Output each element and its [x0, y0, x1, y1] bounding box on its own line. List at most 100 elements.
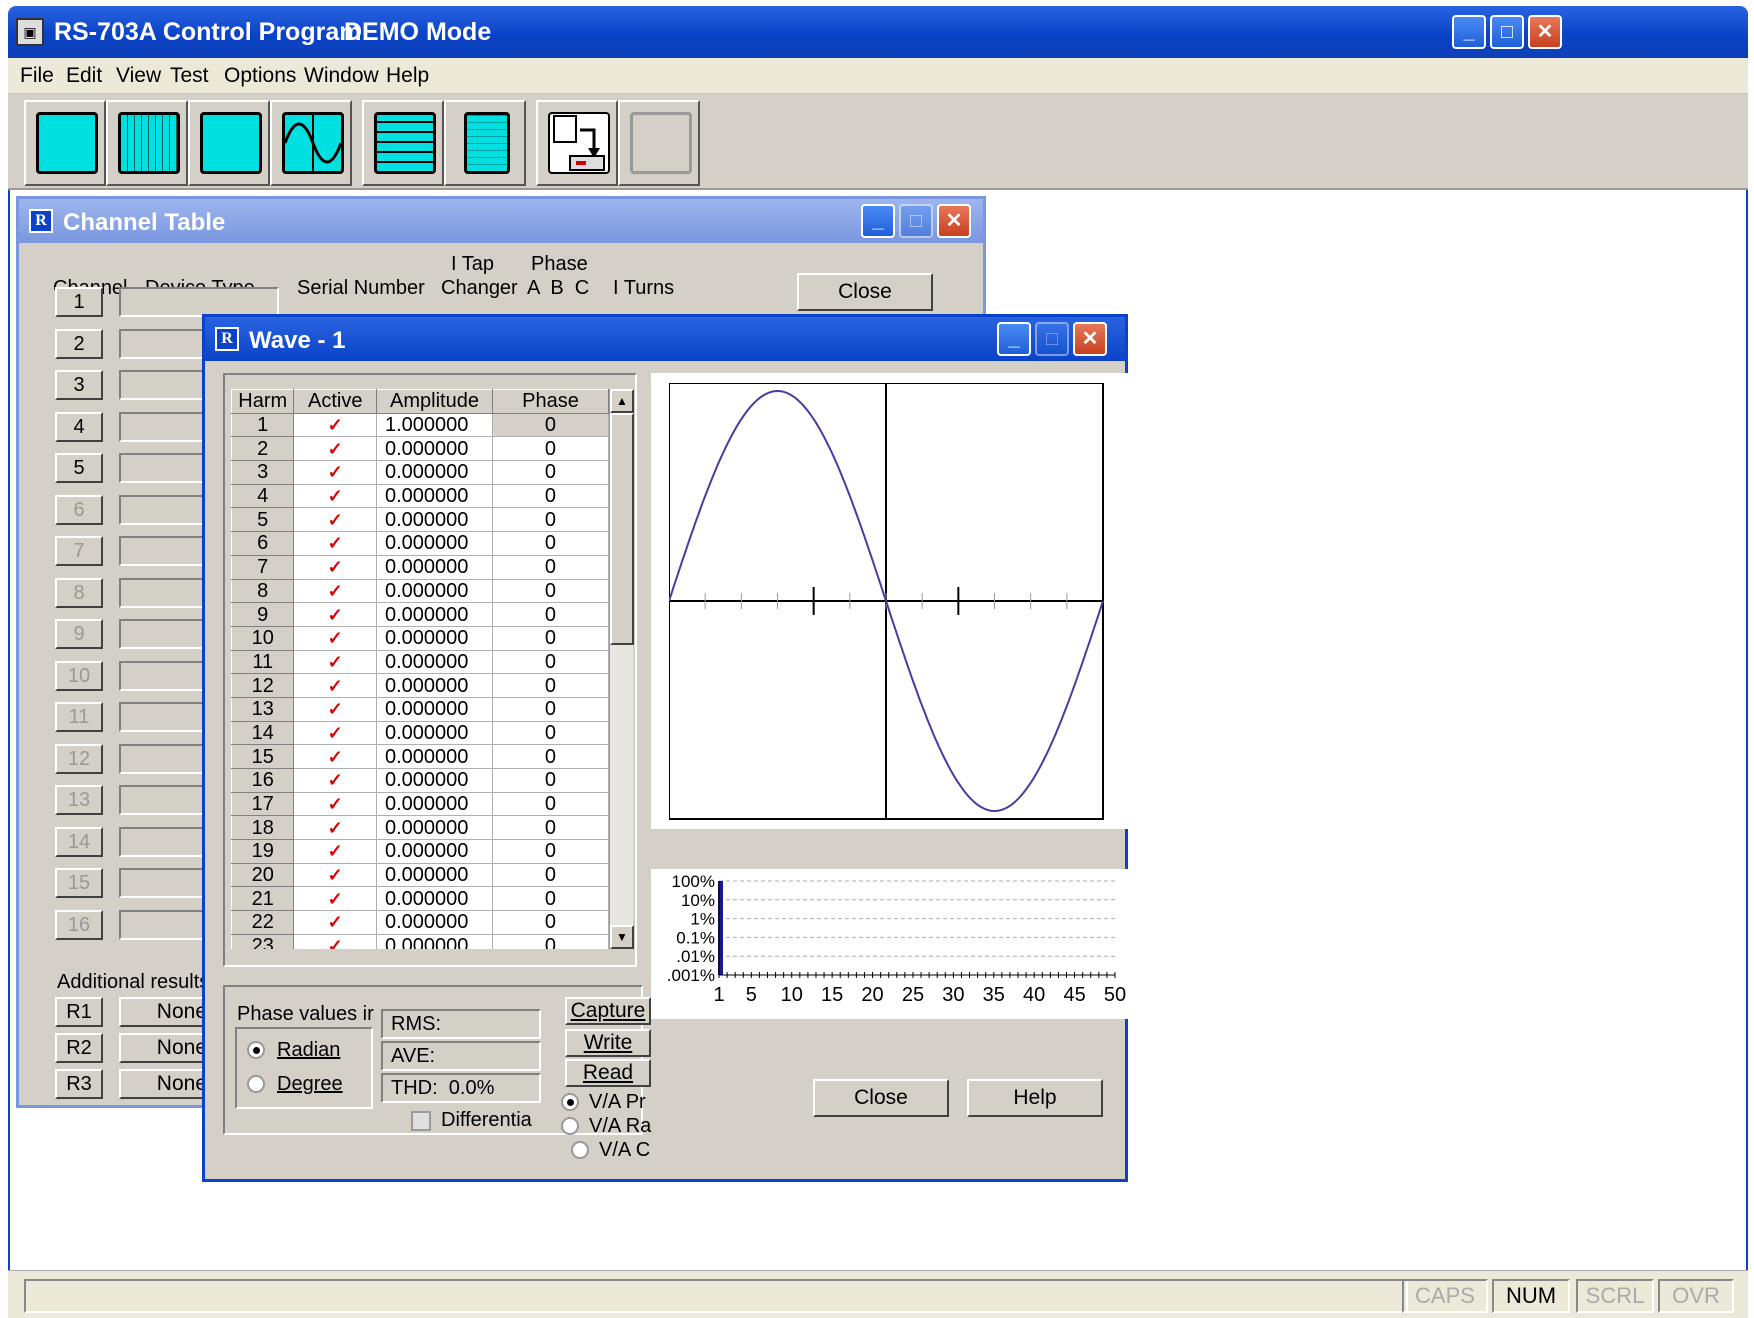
va-ratio-label[interactable]: V/A Ra — [589, 1115, 651, 1138]
active-check-icon[interactable]: ✓ — [328, 889, 343, 909]
active-check-icon[interactable]: ✓ — [328, 841, 343, 861]
table-row[interactable]: 10 ✓ 0.000000 0 — [231, 625, 609, 651]
channel-button[interactable]: 12 — [55, 743, 103, 774]
phase-cell[interactable]: 0 — [491, 768, 609, 793]
active-cell[interactable]: ✓ — [293, 839, 377, 864]
device-type-field[interactable] — [119, 287, 279, 317]
result-value[interactable]: None — [119, 997, 215, 1027]
va-primary-radio[interactable] — [561, 1093, 579, 1111]
amplitude-cell[interactable]: 1.000000 — [375, 412, 493, 438]
amplitude-cell[interactable]: 0.000000 — [375, 673, 493, 698]
col-amplitude[interactable]: Amplitude — [375, 389, 493, 414]
wave-help-button[interactable]: Help — [967, 1079, 1103, 1117]
wave-maximize-icon[interactable]: □ — [1035, 322, 1069, 356]
menu-edit[interactable]: Edit — [66, 64, 102, 88]
differential-checkbox[interactable] — [411, 1111, 431, 1131]
amplitude-cell[interactable]: 0.000000 — [375, 933, 493, 949]
active-check-icon[interactable]: ✓ — [328, 770, 343, 790]
harmonics-scrollbar[interactable]: ▲ ▼ — [609, 389, 634, 949]
channel-close-button[interactable]: Close — [797, 273, 933, 311]
result-button[interactable]: R2 — [55, 1033, 103, 1063]
active-check-icon[interactable]: ✓ — [328, 652, 343, 672]
active-check-icon[interactable]: ✓ — [328, 699, 343, 719]
channel-button[interactable]: 10 — [55, 660, 103, 691]
channel-button[interactable]: 13 — [55, 785, 103, 815]
table-row[interactable]: 15 ✓ 0.000000 0 — [231, 744, 609, 769]
phase-cell[interactable]: 0 — [491, 933, 609, 949]
table-row[interactable]: 16 ✓ 0.000000 0 — [231, 768, 609, 793]
menu-file[interactable]: File — [20, 64, 54, 88]
col-active[interactable]: Active — [293, 389, 377, 414]
active-cell[interactable]: ✓ — [293, 815, 377, 841]
phase-cell[interactable]: 0 — [491, 815, 609, 841]
channel-button[interactable]: 9 — [55, 619, 103, 649]
amplitude-cell[interactable]: 0.000000 — [375, 460, 493, 485]
channel-close-icon[interactable]: ✕ — [937, 204, 971, 238]
capture-button[interactable]: Capture — [565, 997, 651, 1025]
minimize-icon[interactable]: _ — [1452, 15, 1486, 49]
channel-button[interactable]: 4 — [55, 411, 103, 442]
menu-options[interactable]: Options — [224, 64, 296, 88]
amplitude-cell[interactable]: 0.000000 — [375, 578, 493, 604]
amplitude-cell[interactable]: 0.000000 — [375, 649, 493, 675]
phase-cell[interactable]: 0 — [491, 886, 609, 912]
phase-cell[interactable]: 0 — [491, 791, 609, 817]
degree-label[interactable]: Degree — [277, 1073, 343, 1096]
print-button[interactable] — [618, 100, 700, 186]
document-button[interactable] — [444, 100, 526, 186]
active-cell[interactable]: ✓ — [293, 554, 377, 580]
active-cell[interactable]: ✓ — [293, 933, 377, 949]
va-ratio-radio[interactable] — [561, 1117, 579, 1135]
main-title-bar[interactable]: ▣ RS-703A Control Program DEMO Mode _ □ … — [8, 6, 1748, 58]
active-check-icon[interactable]: ✓ — [328, 533, 343, 553]
amplitude-cell[interactable]: 0.000000 — [375, 554, 493, 580]
differential-label[interactable]: Differentia — [441, 1109, 532, 1132]
phase-cell[interactable]: 0 — [491, 625, 609, 651]
active-check-icon[interactable]: ✓ — [328, 865, 343, 885]
table-row[interactable]: 3 ✓ 0.000000 0 — [231, 460, 609, 485]
active-check-icon[interactable]: ✓ — [328, 415, 343, 435]
active-check-icon[interactable]: ✓ — [328, 557, 343, 577]
table-row[interactable]: 5 ✓ 0.000000 0 — [231, 507, 609, 533]
table-row[interactable]: 19 ✓ 0.000000 0 — [231, 839, 609, 864]
active-check-icon[interactable]: ✓ — [328, 912, 343, 932]
table-row[interactable]: 20 ✓ 0.000000 0 — [231, 862, 609, 888]
amplitude-cell[interactable]: 0.000000 — [375, 791, 493, 817]
phase-cell[interactable]: 0 — [491, 910, 609, 935]
active-cell[interactable]: ✓ — [293, 436, 377, 462]
table-row[interactable]: 21 ✓ 0.000000 0 — [231, 886, 609, 912]
active-check-icon[interactable]: ✓ — [328, 818, 343, 838]
active-check-icon[interactable]: ✓ — [328, 510, 343, 530]
amplitude-cell[interactable]: 0.000000 — [375, 886, 493, 912]
phase-cell[interactable]: 0 — [491, 839, 609, 864]
channel-button[interactable]: 8 — [55, 577, 103, 608]
amplitude-cell[interactable]: 0.000000 — [375, 910, 493, 935]
amplitude-cell[interactable]: 0.000000 — [375, 625, 493, 651]
channel-table-title-bar[interactable]: R Channel Table _ □ ✕ — [19, 199, 983, 243]
read-button[interactable]: Read — [565, 1059, 651, 1087]
result-value[interactable]: None — [119, 1069, 215, 1099]
active-cell[interactable]: ✓ — [293, 791, 377, 817]
active-cell[interactable]: ✓ — [293, 910, 377, 935]
phase-cell[interactable]: 0 — [491, 578, 609, 604]
table-row[interactable]: 9 ✓ 0.000000 0 — [231, 602, 609, 627]
phase-cell[interactable]: 0 — [491, 436, 609, 462]
phase-cell[interactable]: 0 — [491, 460, 609, 485]
phase-cell[interactable]: 0 — [491, 862, 609, 888]
phase-cell[interactable]: 0 — [491, 412, 609, 438]
multi-window-button[interactable] — [188, 100, 270, 186]
result-value[interactable]: None — [119, 1033, 215, 1063]
active-cell[interactable]: ✓ — [293, 744, 377, 769]
col-phase[interactable]: Phase — [491, 389, 609, 414]
channel-button[interactable]: 2 — [55, 328, 103, 359]
channel-button[interactable]: 3 — [55, 370, 103, 400]
table-row[interactable]: 11 ✓ 0.000000 0 — [231, 649, 609, 675]
menu-view[interactable]: View — [116, 64, 161, 88]
wave-title-bar[interactable]: R Wave - 1 _ □ ✕ — [205, 317, 1125, 361]
active-check-icon[interactable]: ✓ — [328, 747, 343, 767]
table-row[interactable]: 8 ✓ 0.000000 0 — [231, 578, 609, 604]
channel-maximize-icon[interactable]: □ — [899, 204, 933, 238]
active-cell[interactable]: ✓ — [293, 649, 377, 675]
active-check-icon[interactable]: ✓ — [328, 462, 343, 482]
waveform-button[interactable] — [270, 100, 352, 186]
